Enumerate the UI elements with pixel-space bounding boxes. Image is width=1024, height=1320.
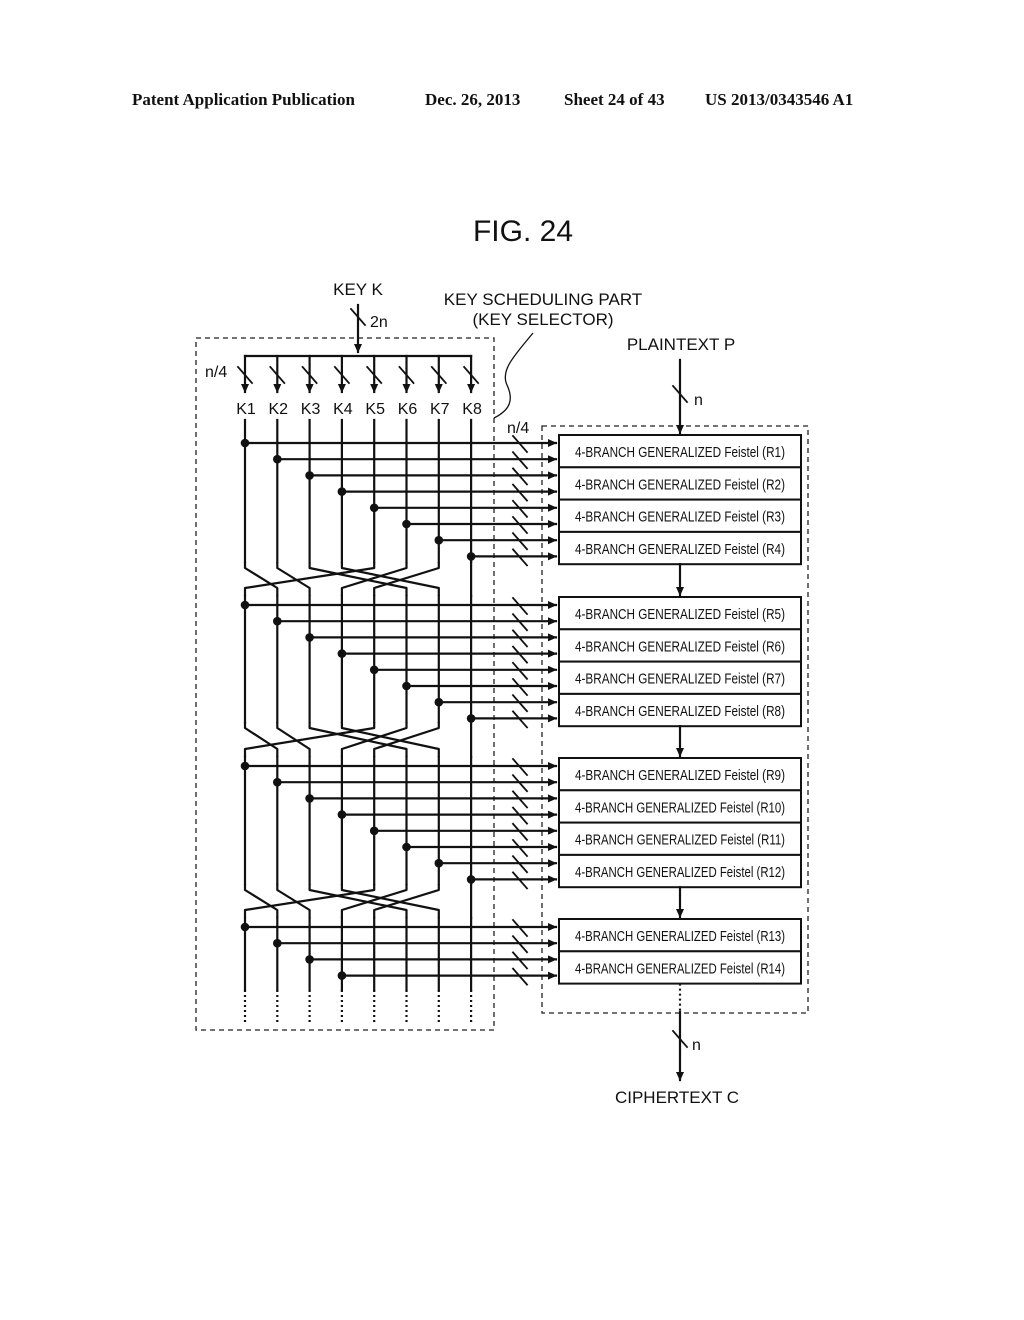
feistel-round-label: 4-BRANCH GENERALIZED Feistel (R1) bbox=[575, 445, 785, 461]
round-key-label-k2: K2 bbox=[269, 401, 289, 418]
feistel-round-label: 4-BRANCH GENERALIZED Feistel (R6) bbox=[575, 639, 785, 655]
key-width-label: 2n bbox=[370, 314, 388, 331]
round-key-label-k7: K7 bbox=[430, 401, 450, 418]
key-selector-label: (KEY SELECTOR) bbox=[472, 310, 613, 329]
plaintext-width-label: n bbox=[694, 392, 703, 409]
feistel-round-label: 4-BRANCH GENERALIZED Feistel (R13) bbox=[575, 929, 785, 945]
key-permutation-wire bbox=[340, 884, 440, 918]
key-permutation-wire bbox=[243, 722, 279, 757]
key-permutation-wire bbox=[243, 884, 279, 918]
round-key-label-k1: K1 bbox=[236, 401, 256, 418]
round-key-label-k6: K6 bbox=[398, 401, 418, 418]
feistel-round-label: 4-BRANCH GENERALIZED Feistel (R5) bbox=[575, 607, 785, 623]
round-key-label-k8: K8 bbox=[462, 401, 482, 418]
key-k-label: KEY K bbox=[333, 280, 383, 299]
split-width-label: n/4 bbox=[205, 364, 227, 381]
key-permutation-wire bbox=[340, 562, 440, 596]
round-key-label-k4: K4 bbox=[333, 401, 353, 418]
round-key-label-k3: K3 bbox=[301, 401, 321, 418]
key-scheduling-label: KEY SCHEDULING PART bbox=[444, 290, 642, 309]
feistel-round-label: 4-BRANCH GENERALIZED Feistel (R11) bbox=[575, 833, 785, 849]
feistel-round-label: 4-BRANCH GENERALIZED Feistel (R10) bbox=[575, 800, 785, 816]
feistel-round-label: 4-BRANCH GENERALIZED Feistel (R3) bbox=[575, 510, 785, 526]
feistel-round-label: 4-BRANCH GENERALIZED Feistel (R4) bbox=[575, 542, 785, 558]
ciphertext-width-label: n bbox=[692, 1037, 701, 1054]
feistel-round-label: 4-BRANCH GENERALIZED Feistel (R14) bbox=[575, 961, 785, 977]
feistel-round-label: 4-BRANCH GENERALIZED Feistel (R9) bbox=[575, 768, 785, 784]
key-permutation-wire bbox=[340, 722, 440, 757]
key-schedule-diagram: KEY K 2n KEY SCHEDULING PART (KEY SELECT… bbox=[195, 280, 809, 1107]
ciphertext-label: CIPHERTEXT C bbox=[615, 1088, 739, 1107]
feistel-round-label: 4-BRANCH GENERALIZED Feistel (R8) bbox=[575, 704, 785, 720]
feistel-round-label: 4-BRANCH GENERALIZED Feistel (R12) bbox=[575, 865, 785, 881]
key-scheduling-leader-line bbox=[493, 332, 534, 419]
feistel-round-label: 4-BRANCH GENERALIZED Feistel (R7) bbox=[575, 672, 785, 688]
feistel-round-label: 4-BRANCH GENERALIZED Feistel (R2) bbox=[575, 477, 785, 493]
key-permutation-wire bbox=[243, 562, 279, 596]
round-key-label-k5: K5 bbox=[365, 401, 385, 418]
bus-width-label: n/4 bbox=[507, 420, 529, 437]
plaintext-label: PLAINTEXT P bbox=[627, 335, 735, 354]
